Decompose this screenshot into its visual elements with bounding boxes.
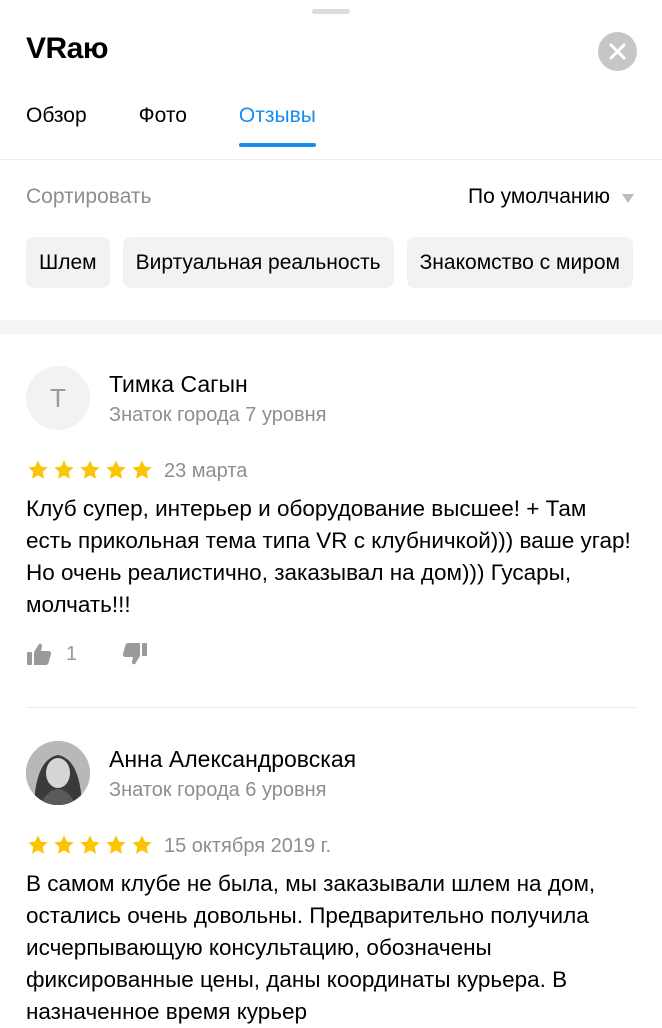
thumbs-up-icon[interactable] xyxy=(26,642,52,666)
sheet-drag-handle[interactable] xyxy=(312,9,350,14)
review-author[interactable]: Тимка Сагын xyxy=(109,371,248,398)
filter-chips: Шлем Виртуальная реальность Знакомство с… xyxy=(26,237,646,288)
thumbs-down-icon[interactable] xyxy=(122,642,148,666)
star-icon xyxy=(54,835,74,854)
section-separator xyxy=(0,320,662,334)
star-icon xyxy=(132,460,152,479)
star-icon xyxy=(106,460,126,479)
star-icon xyxy=(28,835,48,854)
rating-stars xyxy=(27,459,157,481)
star-icon xyxy=(106,835,126,854)
sort-label: Сортировать xyxy=(26,185,152,208)
user-photo-icon xyxy=(26,741,90,805)
chip-virtual-reality[interactable]: Виртуальная реальность xyxy=(122,237,394,288)
like-count: 1 xyxy=(66,643,78,665)
review-text: Клуб супер, интерьер и оборудование высш… xyxy=(26,496,631,617)
tab-bar: Обзор Фото Отзывы xyxy=(26,102,368,148)
rating-stars xyxy=(27,834,157,856)
star-icon xyxy=(54,460,74,479)
review-date: 15 октября 2019 г. xyxy=(164,835,332,857)
review-author-level: Знаток города 6 уровня xyxy=(109,779,327,801)
chip-world-intro[interactable]: Знакомство с миром xyxy=(406,237,633,288)
avatar[interactable] xyxy=(26,741,90,805)
tab-photos[interactable]: Фото xyxy=(139,102,187,148)
header-divider xyxy=(0,159,662,160)
tab-reviews[interactable]: Отзывы xyxy=(238,102,316,148)
star-icon xyxy=(132,835,152,854)
tab-overview[interactable]: Обзор xyxy=(26,102,87,148)
close-icon xyxy=(609,43,626,60)
star-icon xyxy=(80,835,100,854)
star-icon xyxy=(80,460,100,479)
review-author-level: Знаток города 7 уровня xyxy=(109,404,327,426)
review-author[interactable]: Анна Александровская xyxy=(109,746,356,773)
close-button[interactable] xyxy=(598,32,637,71)
star-icon xyxy=(28,460,48,479)
review-text: В самом клубе не была, мы заказывали шле… xyxy=(26,871,596,1024)
caret-down-icon[interactable] xyxy=(622,194,634,203)
review-divider xyxy=(26,707,636,708)
chip-helmet[interactable]: Шлем xyxy=(26,237,110,288)
review-date: 23 марта xyxy=(164,460,248,482)
sort-dropdown[interactable]: По умолчанию xyxy=(468,185,610,209)
page-title: VRаю xyxy=(26,32,108,65)
avatar[interactable]: Т xyxy=(26,366,90,430)
